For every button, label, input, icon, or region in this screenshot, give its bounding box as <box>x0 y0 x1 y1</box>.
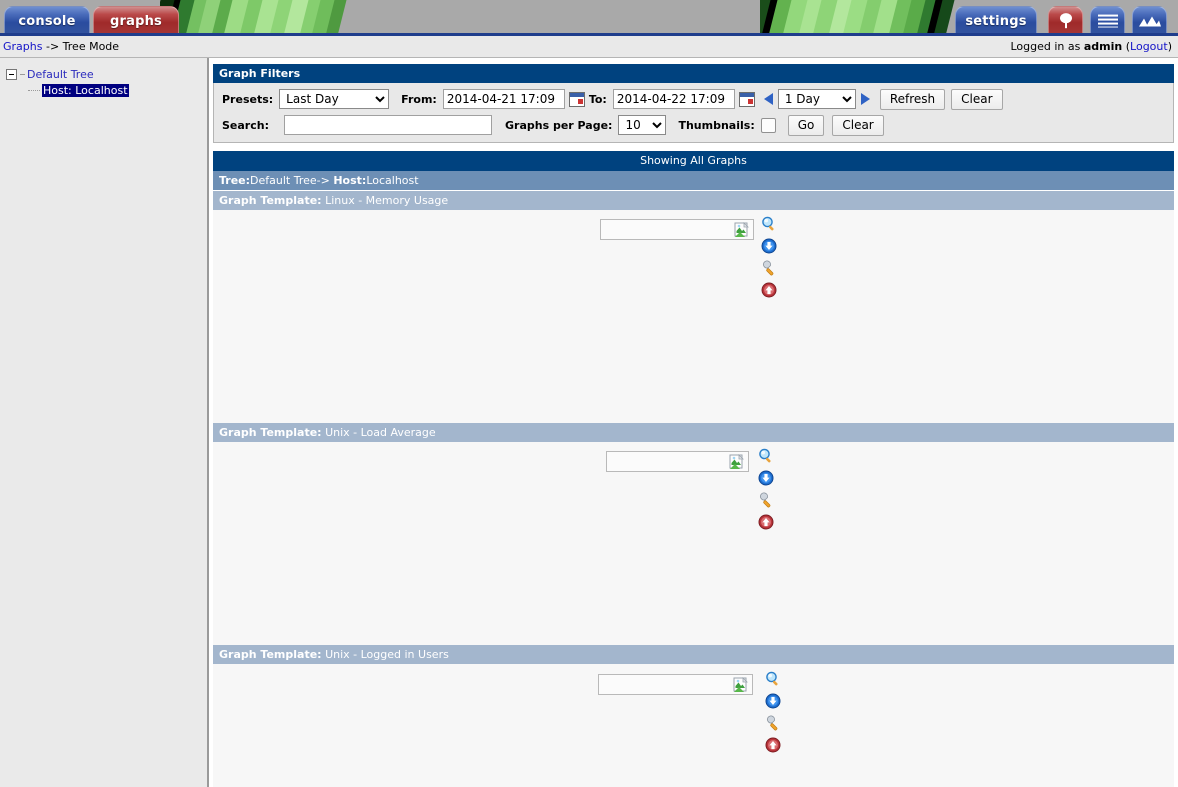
breadcrumb-graphs-link[interactable]: Graphs <box>3 40 42 53</box>
csv-export-icon[interactable] <box>758 470 774 486</box>
tree-connector-child <box>28 89 40 91</box>
login-status: Logged in as admin (Logout) <box>1010 40 1172 53</box>
tab-console[interactable]: console <box>4 6 90 33</box>
thumbnails-label: Thumbnails: <box>678 118 755 132</box>
tree-item-host-localhost[interactable]: Host: Localhost <box>6 82 207 98</box>
graph-area-2 <box>213 442 1174 645</box>
page-body: Default Tree Host: Localhost Graph Filte… <box>0 58 1178 787</box>
graph-template-header-3: Graph Template: Unix - Logged in Users <box>213 645 1174 664</box>
tab-settings[interactable]: settings <box>955 6 1037 33</box>
host-label: Host: <box>333 174 367 187</box>
list-view-icon[interactable] <box>1090 6 1125 33</box>
timespan-select[interactable]: 1 Day <box>777 89 856 109</box>
tree-connector <box>20 73 25 75</box>
list-icon <box>1097 14 1118 28</box>
graph-template-name-3: Unix - Logged in Users <box>325 648 449 661</box>
from-calendar-icon[interactable] <box>568 91 585 107</box>
zoom-graph-icon[interactable] <box>765 671 781 687</box>
graph-actions-1 <box>761 216 779 298</box>
graph-image-2[interactable] <box>606 451 749 472</box>
thumbnails-checkbox[interactable] <box>760 117 776 133</box>
breadcrumb-current: Tree Mode <box>62 40 120 53</box>
broken-image-icon <box>733 677 748 692</box>
main-content: Graph Filters Presets: Last Day From: To… <box>209 58 1178 787</box>
to-label: To: <box>588 92 607 106</box>
tree-breadcrumb-header: Tree:Default Tree-> Host:Localhost <box>213 171 1174 191</box>
clear-button-bottom[interactable]: Clear <box>832 114 884 136</box>
to-calendar-icon[interactable] <box>738 91 755 107</box>
graph-image-1[interactable] <box>600 219 754 240</box>
tree-item-label-host-localhost[interactable]: Host: Localhost <box>42 83 129 97</box>
logout-open-paren: ( <box>1122 40 1131 53</box>
graph-template-header-1: Graph Template: Linux - Memory Usage <box>213 191 1174 210</box>
graph-properties-icon[interactable] <box>758 492 774 508</box>
banner-stripes-left <box>160 0 360 36</box>
graph-area-1 <box>213 210 1174 423</box>
page-top-icon[interactable] <box>758 514 774 530</box>
sidebar: Default Tree Host: Localhost <box>0 58 209 787</box>
top-banner: console graphs settings <box>0 0 1178 36</box>
graph-tree: Default Tree Host: Localhost <box>0 66 207 98</box>
tree-item-default-tree[interactable]: Default Tree <box>6 66 207 82</box>
search-input[interactable] <box>283 115 492 135</box>
breadcrumb-separator: -> <box>42 40 63 53</box>
breadcrumb: Graphs -> Tree Mode <box>3 40 119 53</box>
tree-item-label-default-tree[interactable]: Default Tree <box>27 68 94 81</box>
graphs-per-page-select[interactable]: 10 <box>618 115 667 135</box>
graph-template-label-1: Graph Template: <box>219 194 322 207</box>
refresh-button[interactable]: Refresh <box>879 88 946 110</box>
broken-image-icon <box>734 222 749 237</box>
graphs-per-page-label: Graphs per Page: <box>504 118 613 132</box>
clear-button-top[interactable]: Clear <box>951 88 1003 110</box>
logout-link[interactable]: Logout <box>1130 40 1168 53</box>
showing-graphs-bar: Showing All Graphs <box>213 151 1174 171</box>
graph-filters-title: Graph Filters <box>213 64 1174 83</box>
tree-view-icon[interactable] <box>1048 6 1083 33</box>
presets-label: Presets: <box>222 92 274 106</box>
tree-name: Default Tree-> <box>250 174 334 187</box>
breadcrumb-bar: Graphs -> Tree Mode Logged in as admin (… <box>0 36 1178 58</box>
preview-view-icon[interactable] <box>1132 6 1167 33</box>
presets-select[interactable]: Last Day <box>279 89 390 109</box>
graph-template-name-1: Linux - Memory Usage <box>325 194 449 207</box>
graph-area-3 <box>213 664 1174 787</box>
tree-label: Tree: <box>219 174 251 187</box>
from-label: From: <box>401 92 437 106</box>
zoom-graph-icon[interactable] <box>761 216 777 232</box>
logout-close-paren: ) <box>1167 40 1172 53</box>
graph-actions-2 <box>758 448 776 530</box>
graph-filters-body: Presets: Last Day From: To: 1 Day <box>213 83 1174 143</box>
zoom-graph-icon[interactable] <box>758 448 774 464</box>
login-prefix: Logged in as <box>1010 40 1084 53</box>
mountains-icon <box>1138 16 1161 27</box>
graph-properties-icon[interactable] <box>765 715 781 731</box>
graph-template-label-2: Graph Template: <box>219 426 322 439</box>
filter-row-search: Search: Graphs per Page: 10 Thumbnails: … <box>214 113 1173 137</box>
previous-period-arrow[interactable] <box>763 93 773 105</box>
next-period-arrow[interactable] <box>860 93 870 105</box>
search-label: Search: <box>222 118 269 132</box>
tree-collapse-icon[interactable] <box>6 68 17 80</box>
page-top-icon[interactable] <box>761 282 777 298</box>
csv-export-icon[interactable] <box>761 238 777 254</box>
graph-image-3[interactable] <box>598 674 753 695</box>
login-username: admin <box>1083 40 1123 53</box>
page-top-icon[interactable] <box>765 737 781 753</box>
filter-row-presets: Presets: Last Day From: To: 1 Day <box>214 87 1173 111</box>
graph-properties-icon[interactable] <box>761 260 777 276</box>
host-name: Localhost <box>366 174 419 187</box>
graph-actions-3 <box>765 671 783 753</box>
graph-template-label-3: Graph Template: <box>219 648 322 661</box>
graph-template-header-2: Graph Template: Unix - Load Average <box>213 423 1174 442</box>
tree-icon <box>1059 13 1072 29</box>
go-button[interactable]: Go <box>787 114 825 136</box>
graph-template-name-2: Unix - Load Average <box>325 426 436 439</box>
broken-image-icon <box>729 454 744 469</box>
from-date-input[interactable] <box>442 89 565 109</box>
tab-graphs[interactable]: graphs <box>93 6 179 33</box>
to-date-input[interactable] <box>612 89 735 109</box>
graph-filters-panel: Graph Filters Presets: Last Day From: To… <box>213 64 1174 143</box>
csv-export-icon[interactable] <box>765 693 781 709</box>
